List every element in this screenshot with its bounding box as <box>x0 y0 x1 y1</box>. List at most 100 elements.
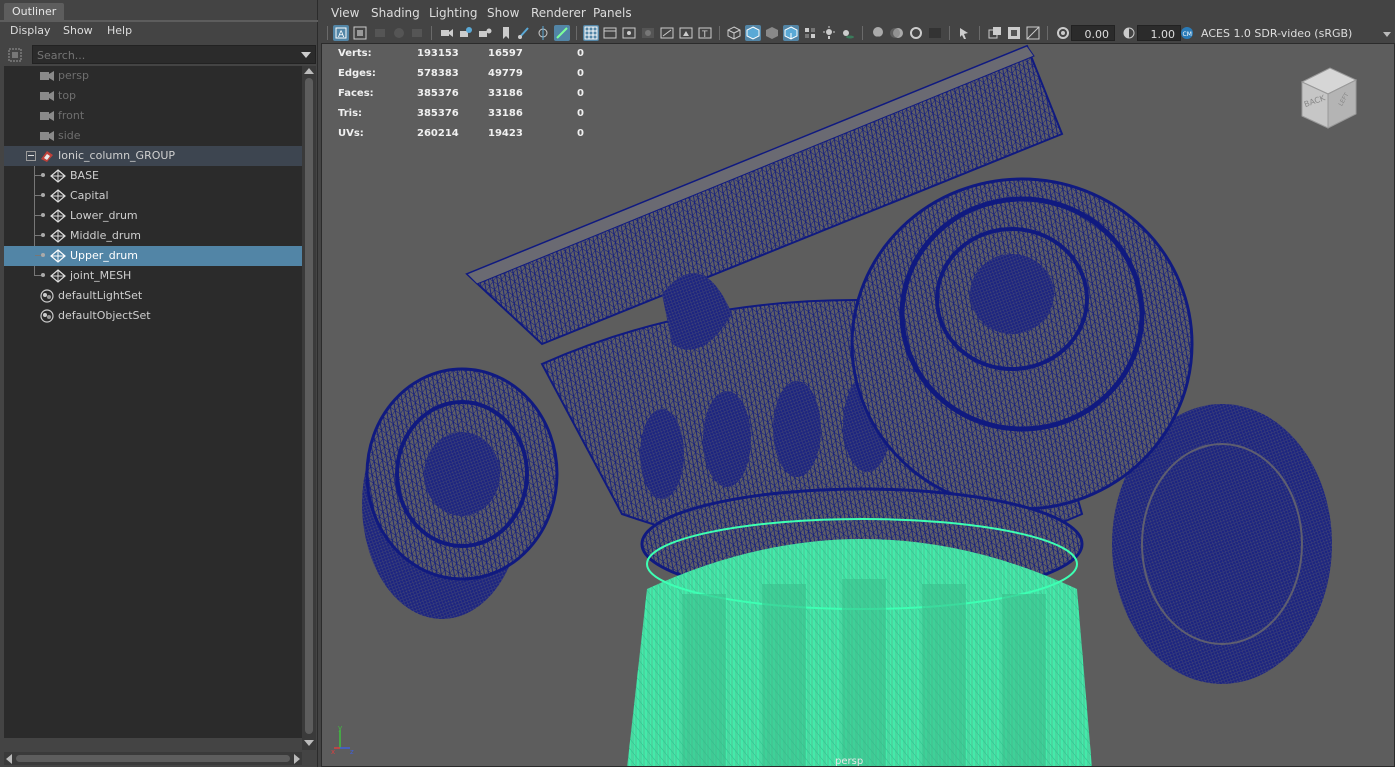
use-all-lights-icon[interactable] <box>821 25 837 41</box>
menu-shading[interactable]: Shading <box>371 6 420 20</box>
grease-pencil-toggle-icon[interactable] <box>554 25 570 41</box>
tree-item-top[interactable]: top <box>4 86 302 106</box>
axis-label-z: z <box>350 748 354 756</box>
menu-renderer[interactable]: Renderer <box>531 6 586 20</box>
horizontal-scrollbar[interactable] <box>4 752 302 765</box>
color-management-icon[interactable]: CM <box>1179 25 1195 41</box>
tree-item-label: Middle_drum <box>70 229 142 242</box>
select-camera-icon[interactable]: A <box>333 25 349 41</box>
scroll-thumb[interactable] <box>16 755 290 762</box>
scroll-down-icon[interactable] <box>304 740 314 746</box>
color-management-view[interactable]: ACES 1.0 SDR-video (sRGB) <box>1201 27 1352 40</box>
textured-icon[interactable] <box>802 25 818 41</box>
hud-value: 33186 <box>488 108 523 119</box>
hud-value: 0 <box>577 68 584 79</box>
exposure-icon[interactable] <box>1055 25 1071 41</box>
tab-outliner[interactable]: Outliner <box>4 3 65 21</box>
wireframe-icon[interactable] <box>726 25 742 41</box>
hud-value: 0 <box>577 108 584 119</box>
hud-value: 16597 <box>488 48 523 59</box>
scroll-right-icon[interactable] <box>294 754 300 764</box>
wireframe-on-shaded-icon[interactable] <box>783 25 799 41</box>
tree-item-capital[interactable]: Capital <box>4 186 302 206</box>
smooth-shade-icon[interactable] <box>745 25 761 41</box>
shadows-icon[interactable] <box>840 25 856 41</box>
chevron-down-icon[interactable] <box>301 52 311 58</box>
tree-item-joint-mesh[interactable]: joint_MESH <box>4 266 302 286</box>
tree-item-upper-drum[interactable]: Upper_drum <box>4 246 302 266</box>
axis-gizmo: y x z <box>331 724 354 756</box>
bookmark-icon[interactable] <box>498 25 514 41</box>
outliner-panel: Outliner Display Show Help persp top fro… <box>0 0 318 767</box>
isolate-select-icon[interactable] <box>957 25 973 41</box>
film-gate-icon[interactable] <box>602 25 618 41</box>
xray-icon[interactable] <box>987 25 1003 41</box>
xray-joints-icon[interactable] <box>1006 25 1022 41</box>
bookmark-camera-icon[interactable] <box>391 25 407 41</box>
gamma-icon[interactable] <box>1121 25 1137 41</box>
grid-icon[interactable] <box>583 25 599 41</box>
image-plane-icon[interactable] <box>409 25 425 41</box>
mesh-icon <box>50 269 66 283</box>
menu-display[interactable]: Display <box>10 24 51 37</box>
menu-view[interactable]: View <box>331 6 359 20</box>
field-chart-icon[interactable] <box>659 25 675 41</box>
backface-culling-icon[interactable] <box>1025 25 1041 41</box>
tree-item-default-object-set[interactable]: defaultObjectSet <box>4 306 302 326</box>
vertical-scrollbar[interactable] <box>302 66 316 750</box>
menu-show[interactable]: Show <box>487 6 519 20</box>
camera-icon <box>40 71 54 81</box>
gate-mask-icon[interactable] <box>640 25 656 41</box>
image-plane-camera-icon[interactable] <box>477 25 493 41</box>
mesh-icon <box>50 209 66 223</box>
toolbar-separator <box>719 26 720 40</box>
multisample-aa-icon[interactable] <box>908 25 924 41</box>
search-box <box>32 45 316 64</box>
safe-title-icon[interactable]: T <box>697 25 713 41</box>
tree-item-front[interactable]: front <box>4 106 302 126</box>
tree-item-label: Upper_drum <box>70 249 138 262</box>
2d-pan-zoom-icon[interactable] <box>535 25 551 41</box>
camera-icon <box>40 111 54 121</box>
viewcube[interactable]: BACK LEFT <box>1292 62 1364 134</box>
search-input[interactable] <box>37 48 297 62</box>
resolution-gate-icon[interactable] <box>621 25 637 41</box>
menu-lighting[interactable]: Lighting <box>429 6 478 20</box>
menu-help[interactable]: Help <box>107 24 132 37</box>
scroll-up-icon[interactable] <box>304 68 314 74</box>
tree-item-base[interactable]: BASE <box>4 166 302 186</box>
hud-value: 578383 <box>417 68 459 79</box>
tree-item-persp[interactable]: persp <box>4 66 302 86</box>
default-material-icon[interactable] <box>764 25 780 41</box>
camera-bookmark-icon[interactable] <box>458 25 474 41</box>
chevron-down-icon[interactable] <box>1383 32 1391 37</box>
menu-show[interactable]: Show <box>63 24 93 37</box>
3d-viewport[interactable]: Verts: 193153 16597 0 Edges: 578383 4977… <box>321 43 1395 767</box>
lock-camera-icon[interactable] <box>372 25 388 41</box>
camera-attributes-icon[interactable] <box>439 25 455 41</box>
hud-label: Tris: <box>338 108 363 119</box>
frame-selection-icon[interactable] <box>352 25 368 41</box>
scroll-thumb[interactable] <box>305 78 313 734</box>
hud-label: Verts: <box>338 48 372 59</box>
tree-item-lower-drum[interactable]: Lower_drum <box>4 206 302 226</box>
scroll-left-icon[interactable] <box>6 754 12 764</box>
tree-item-default-light-set[interactable]: defaultLightSet <box>4 286 302 306</box>
tree-branch <box>35 273 45 277</box>
tree-item-ionic-column-group[interactable]: Ionic_column_GROUP <box>4 146 302 166</box>
toolbar-separator <box>327 26 328 40</box>
screen-space-ao-icon[interactable] <box>870 25 886 41</box>
safe-action-icon[interactable] <box>678 25 694 41</box>
exposure-field[interactable]: 0.00 <box>1071 25 1115 41</box>
tree-item-middle-drum[interactable]: Middle_drum <box>4 226 302 246</box>
gamma-field[interactable]: 1.00 <box>1137 25 1181 41</box>
hud-value: 260214 <box>417 128 459 139</box>
collapse-icon[interactable] <box>26 151 36 161</box>
tree-item-side[interactable]: side <box>4 126 302 146</box>
menu-panels[interactable]: Panels <box>593 6 632 20</box>
tree-item-label: front <box>58 109 85 122</box>
grease-pencil-icon[interactable] <box>516 25 532 41</box>
motion-blur-icon[interactable] <box>889 25 905 41</box>
depth-of-field-icon[interactable] <box>927 25 943 41</box>
filter-icon[interactable] <box>6 46 24 64</box>
